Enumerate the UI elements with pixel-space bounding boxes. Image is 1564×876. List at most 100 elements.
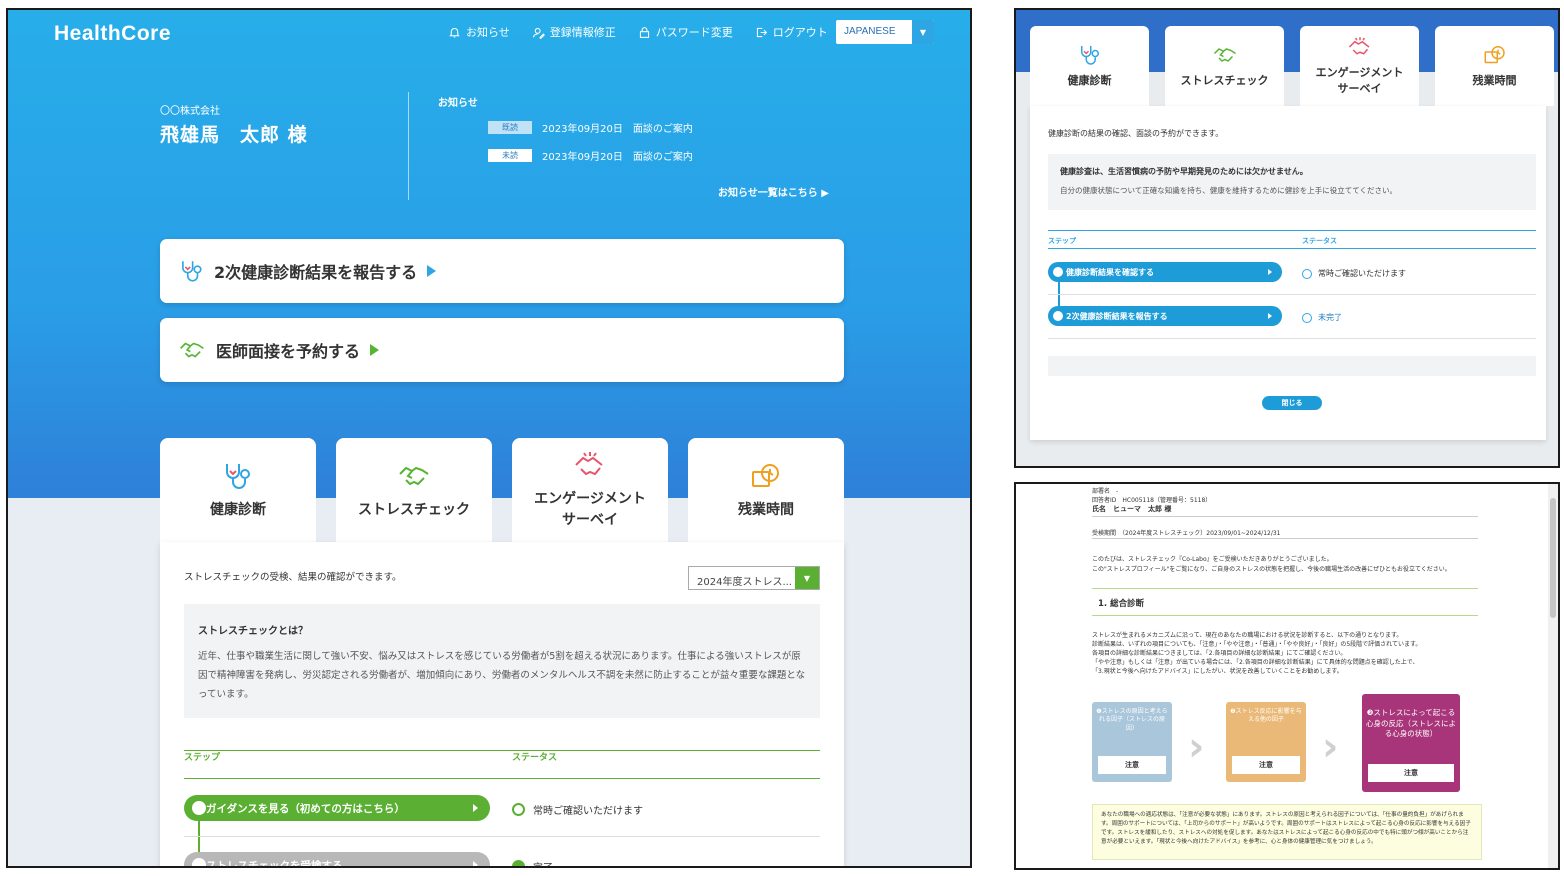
notice-unread-badge: 未読 [488,149,532,162]
row-divider [184,836,820,837]
header-divider [1092,516,1478,517]
tab-health-checkup[interactable]: 健康診断 [1030,26,1149,106]
report-secondary-checkup-button[interactable]: 2次健康診断結果を報告する [160,239,844,303]
chevron-right-icon: › [1188,724,1205,770]
tab-engagement-survey[interactable]: エンゲージメント サーベイ [512,438,668,542]
tab-stress-check[interactable]: ストレスチェック [336,438,492,542]
triangle-right-icon [473,861,478,866]
step-take-stress-check-button[interactable]: ストレスチェックを受検する [184,852,490,866]
close-button[interactable]: 閉じる [1262,396,1322,410]
tab-label: ストレスチェック [358,501,470,518]
period-divider [1092,538,1478,539]
triangle-right-icon [1268,269,1272,275]
notice-text: 面談のご案内 [632,124,693,135]
info-body: 近年、仕事や職業生活に関して強い不安、悩み又はストレスを感じている労働者が5割を… [198,651,806,700]
notice-item[interactable]: 既読 2023年09月20日 面談のご案内 [488,120,693,135]
category-tabs: 健康診断 ストレスチェック エンゲージメント サーベイ 残業時間 [160,438,844,542]
step-confirm-results-button[interactable]: 健康診断結果を確認する [1048,262,1282,282]
header-divider [408,92,409,200]
status-label: 常時ご確認いただけます [533,806,643,817]
header-line [184,778,820,779]
user-name: 飛雄馬 太郎 様 [160,124,308,146]
app-logo[interactable]: HealthCore [54,22,171,46]
tab-engagement-survey[interactable]: エンゲージメント サーベイ [1300,26,1419,106]
respondent-id: 回答者ID HC005118（管理番号：5118） [1092,497,1212,504]
scrollbar-thumb[interactable] [1550,498,1556,618]
handshake-icon [1213,47,1236,62]
handshake-icon [399,466,429,485]
column-header-step: ステップ [184,753,221,763]
notice-date: 2023年09月20日 [542,152,623,163]
body-line: 診断結果は、いずれの項目についても、「注意」・「やや注意」・「普通」・「やや良好… [1092,641,1422,648]
tab-overtime[interactable]: 残業時間 [688,438,844,542]
nav-notices[interactable]: お知らせ [448,24,510,40]
info-title: ストレスチェックとは？ [198,626,308,637]
info-box: ストレスチェックとは？ 近年、仕事や職業生活に関して強い不安、悩み又はストレスを… [184,604,820,718]
meta-label: 部署名 - [1092,488,1119,495]
factor-value: 注意 [1098,756,1166,774]
panel-description: ストレスチェックの受検、結果の確認ができます。 [184,572,402,583]
status-label: 未完了 [1318,313,1342,322]
nav-profile-edit[interactable]: 登録情報修正 [532,24,616,40]
triangle-right-icon [473,804,478,812]
factor-title: ❸ストレスによって起こる心身の反応（ストレスによる心身の状態） [1366,708,1456,738]
tab-label: ストレスチェック [1180,73,1269,87]
info-box: 健康診査は、生活習慣病の予防や早期発見のためには欠かせません。 自分の健康状態に… [1048,154,1536,210]
company-name: 〇〇株式会社 [160,106,220,117]
factor-value: 注意 [1232,756,1300,774]
notices-list-link[interactable]: お知らせ一覧はこちら ▶ [718,184,829,199]
row-divider [1048,294,1536,295]
nav-logout[interactable]: ログアウト [755,24,828,40]
lock-icon [639,26,649,38]
status-label: 完了 [533,859,553,866]
step-guidance-button[interactable]: ガイダンスを見る（初めての方はこちら） [184,795,490,821]
info-body: 自分の健康状態について正確な知識を持ち、健康を維持するために健診を上手に役立てて… [1060,186,1398,195]
step-dot [192,858,206,866]
step-label: 2次健康診断結果を報告する [1066,311,1168,321]
top-navigation: お知らせ 登録情報修正 パスワード変更 ログアウト [448,24,828,40]
tab-stress-check[interactable]: ストレスチェック [1165,26,1284,106]
column-header-status: ステータス [1302,237,1337,245]
tab-health-checkup[interactable]: 健康診断 [160,438,316,542]
chevron-right-icon: › [1322,724,1339,770]
step-label: ガイダンスを見る（初めての方はこちら） [206,802,405,815]
factor-card-stress-reactions: ❸ストレスによって起こる心身の反応（ストレスによる心身の状態） 注意 [1362,694,1460,792]
chevron-down-icon: ▼ [795,567,819,589]
factor-card-other-factors: ❷ストレス反応に影響を与える他の因子 注意 [1226,702,1306,782]
reserve-button-label: 医師面接を予約する [216,342,361,361]
respondent-name: 氏名 ヒューマ 太郎 様 [1092,505,1172,513]
step-status: 完了 [512,859,553,866]
factor-card-stress-causes: ❶ストレスの原因と考えられる因子（ストレスの原因） 注意 [1092,702,1172,782]
reserve-doctor-interview-button[interactable]: 医師面接を予約する [160,318,844,382]
notice-read-badge: 既読 [488,121,532,134]
tab-label: 残業時間 [738,501,794,518]
scrollbar[interactable] [1548,484,1558,868]
notice-item[interactable]: 未読 2023年09月20日 面談のご案内 [488,148,693,163]
step-dot [1053,267,1063,277]
section-heading: 1. 総合診断 [1092,588,1478,616]
step-report-secondary-button[interactable]: 2次健康診断結果を報告する [1048,306,1282,326]
clock-calendar-icon [1484,45,1505,63]
column-header-status: ステータス [512,753,558,763]
engagement-handshake-icon [1348,36,1369,55]
factor-title: ❷ストレス反応に影響を与える他の因子 [1230,708,1302,724]
step-status: 常時ご確認いただけます [1302,268,1406,279]
language-select[interactable]: JAPANESE ▼ [836,20,934,44]
body-line: 「やや注意」もしくは「注意」が出ている場合には、「2.各項目の詳細な診断結果」に… [1092,659,1419,666]
column-header-step: ステップ [1048,237,1076,245]
triangle-right-icon [370,344,380,356]
tab-overtime[interactable]: 残業時間 [1435,26,1554,106]
notice-date: 2023年09月20日 [542,124,623,135]
body-line: ストレスが生まれるメカニズムに沿って、現在のあなたの職場における状況を診断すると… [1092,632,1403,639]
year-select[interactable]: 2024年度ストレス... ▼ [688,566,820,590]
tab-label: 残業時間 [1472,73,1517,87]
tab-label: エンゲージメント サーベイ [1315,65,1404,96]
chevron-down-icon: ▼ [912,20,934,44]
nav-password-change[interactable]: パスワード変更 [638,24,733,40]
notices-title: お知らせ [438,98,478,109]
summary-box: あなたの職場への適応状態は、「注意が必要な状態」にあります。ストレスの原因と考え… [1092,804,1482,860]
factor-title: ❶ストレスの原因と考えられる因子（ストレスの原因） [1096,708,1168,732]
year-select-value: 2024年度ストレス... [697,577,792,588]
health-checkup-panel: 健康診断の結果の確認、面談の予約ができます。 健康診査は、生活習慣病の予防や早期… [1030,106,1546,440]
nav-logout-label: ログアウト [772,26,828,39]
